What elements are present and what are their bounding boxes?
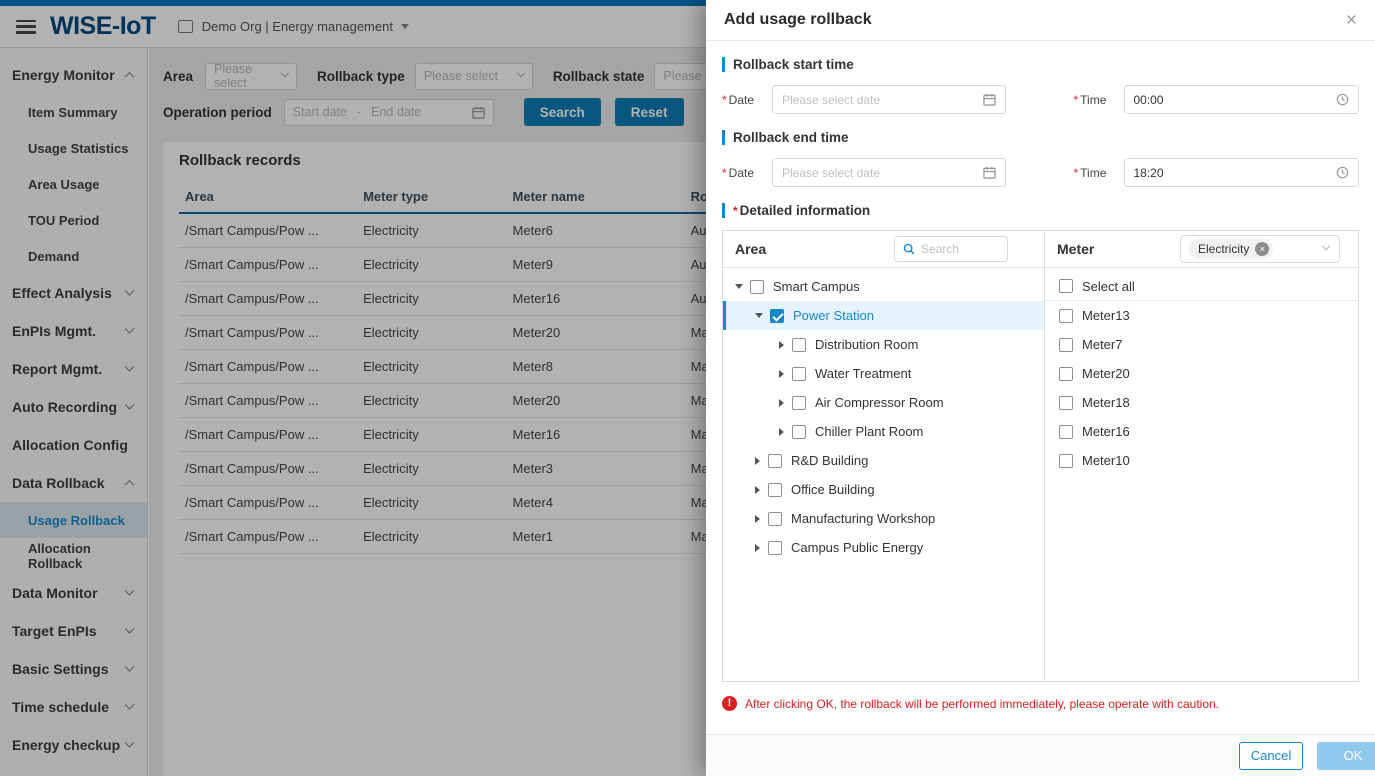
warning-message: ! After clicking OK, the rollback will b…: [722, 696, 1359, 711]
caret-right-icon[interactable]: [755, 457, 760, 465]
meter-item[interactable]: Meter10: [1045, 446, 1358, 475]
search-icon: [903, 243, 915, 255]
meter-item[interactable]: Meter7: [1045, 330, 1358, 359]
start-date-label: *Date: [722, 93, 772, 107]
tree-node-water-treatment[interactable]: Water Treatment: [723, 359, 1044, 388]
caret-right-icon[interactable]: [779, 399, 784, 407]
add-usage-rollback-modal: Add usage rollback × Rollback start time…: [706, 0, 1375, 776]
section-accent-bar: [722, 203, 725, 218]
checkbox[interactable]: [792, 338, 806, 352]
area-panel-title: Area: [735, 241, 766, 257]
start-time-label: *Time: [1074, 93, 1124, 107]
area-panel-header: Area Search: [723, 231, 1044, 268]
area-tree: Smart Campus Power Station Distribution …: [723, 268, 1044, 562]
checkbox[interactable]: [768, 454, 782, 468]
calendar-icon: [983, 166, 996, 179]
end-date-label: *Date: [722, 166, 772, 180]
checkbox[interactable]: [768, 483, 782, 497]
checkbox[interactable]: [768, 512, 782, 526]
caret-right-icon[interactable]: [755, 486, 760, 494]
calendar-icon: [983, 93, 996, 106]
checkbox[interactable]: [792, 367, 806, 381]
end-date-input[interactable]: Please select date: [772, 158, 1006, 187]
caret-right-icon[interactable]: [779, 428, 784, 436]
tree-node-distribution-room[interactable]: Distribution Room: [723, 330, 1044, 359]
tree-node-office-building[interactable]: Office Building: [723, 475, 1044, 504]
checkbox[interactable]: [750, 280, 764, 294]
checkbox[interactable]: [792, 396, 806, 410]
start-time-input[interactable]: 00:00: [1124, 85, 1360, 114]
checkbox[interactable]: [1059, 425, 1073, 439]
modal-body: Rollback start time *Date Please select …: [706, 57, 1375, 711]
clock-icon: [1336, 166, 1349, 179]
start-time-fields: *Date Please select date *Time 00:00: [722, 85, 1359, 114]
caret-right-icon[interactable]: [755, 544, 760, 552]
section-accent-bar: [722, 57, 725, 72]
detail-panels: Area Search Smart Campus Power Station D…: [722, 230, 1359, 682]
checkbox-checked[interactable]: [770, 309, 784, 323]
tree-node-manufacturing-workshop[interactable]: Manufacturing Workshop: [723, 504, 1044, 533]
checkbox[interactable]: [768, 541, 782, 555]
electricity-tag: Electricity ×: [1189, 239, 1273, 259]
caret-right-icon[interactable]: [779, 370, 784, 378]
meter-panel-header: Meter Electricity ×: [1045, 231, 1358, 268]
meter-item[interactable]: Meter20: [1045, 359, 1358, 388]
meter-item[interactable]: Meter16: [1045, 417, 1358, 446]
detailed-information-section: *Detailed information: [722, 203, 1359, 218]
tag-close-icon[interactable]: ×: [1255, 242, 1269, 256]
modal-header: Add usage rollback ×: [706, 0, 1375, 41]
area-panel: Area Search Smart Campus Power Station D…: [723, 231, 1045, 681]
caret-down-icon[interactable]: [755, 313, 763, 318]
end-time-fields: *Date Please select date *Time 18:20: [722, 158, 1359, 187]
warning-icon: !: [722, 696, 737, 711]
meter-panel: Meter Electricity × Select all Meter13: [1045, 231, 1358, 681]
cancel-button[interactable]: Cancel: [1239, 742, 1303, 770]
caret-right-icon[interactable]: [755, 515, 760, 523]
meter-list: Select all Meter13 Meter7 Meter20 Meter1…: [1045, 268, 1358, 475]
area-search-input[interactable]: Search: [894, 236, 1008, 262]
ok-button[interactable]: OK: [1317, 742, 1375, 770]
end-time-label: *Time: [1074, 166, 1124, 180]
tree-node-power-station[interactable]: Power Station: [723, 301, 1044, 330]
meter-item[interactable]: Meter13: [1045, 301, 1358, 330]
tree-node-smart-campus[interactable]: Smart Campus: [723, 272, 1044, 301]
rollback-start-time-section: Rollback start time: [722, 57, 1359, 72]
chevron-down-icon: [1322, 242, 1330, 250]
modal-title: Add usage rollback: [724, 11, 872, 29]
checkbox[interactable]: [1059, 279, 1073, 293]
modal-footer: Cancel OK: [706, 734, 1375, 776]
meter-item[interactable]: Meter18: [1045, 388, 1358, 417]
clock-icon: [1336, 93, 1349, 106]
tree-node-air-compressor-room[interactable]: Air Compressor Room: [723, 388, 1044, 417]
start-date-input[interactable]: Please select date: [772, 85, 1006, 114]
caret-down-icon[interactable]: [735, 284, 743, 289]
tree-node-chiller-plant-room[interactable]: Chiller Plant Room: [723, 417, 1044, 446]
meter-panel-title: Meter: [1057, 241, 1094, 257]
checkbox[interactable]: [792, 425, 806, 439]
caret-right-icon[interactable]: [779, 341, 784, 349]
tree-node-rd-building[interactable]: R&D Building: [723, 446, 1044, 475]
screen: WISE-IoT Demo Org | Energy management En…: [0, 0, 1375, 776]
section-accent-bar: [722, 130, 725, 145]
tree-node-campus-public-energy[interactable]: Campus Public Energy: [723, 533, 1044, 562]
meter-select-all[interactable]: Select all: [1045, 272, 1358, 301]
close-icon[interactable]: ×: [1346, 11, 1357, 30]
checkbox[interactable]: [1059, 454, 1073, 468]
checkbox[interactable]: [1059, 338, 1073, 352]
checkbox[interactable]: [1059, 309, 1073, 323]
checkbox[interactable]: [1059, 396, 1073, 410]
rollback-end-time-section: Rollback end time: [722, 130, 1359, 145]
checkbox[interactable]: [1059, 367, 1073, 381]
end-time-input[interactable]: 18:20: [1124, 158, 1360, 187]
meter-type-filter-select[interactable]: Electricity ×: [1180, 235, 1340, 263]
